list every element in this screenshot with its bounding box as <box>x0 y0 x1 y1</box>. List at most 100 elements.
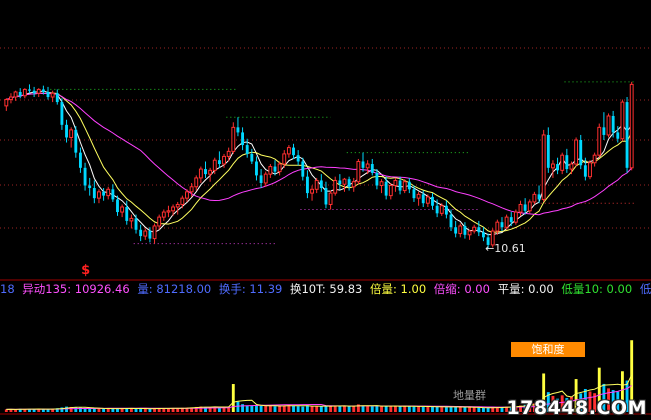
candle-body-42 <box>198 168 203 179</box>
candle-body-62 <box>292 147 295 156</box>
candle-body-64 <box>301 161 305 177</box>
candle-0 <box>4 98 9 111</box>
volume-bar-85 <box>398 406 402 412</box>
candle-body-126 <box>588 162 592 178</box>
candle-body-86 <box>402 181 407 192</box>
candle-body-75 <box>351 181 356 188</box>
volume-bar-102 <box>477 407 481 412</box>
volume-bar-25 <box>120 408 124 412</box>
candle-11 <box>55 89 59 105</box>
candle-52 <box>245 138 249 158</box>
candle-body-54 <box>255 161 258 176</box>
volume-bar-53 <box>250 405 254 412</box>
candle-body-123 <box>574 139 579 165</box>
candle-79 <box>370 158 374 176</box>
candle-body-63 <box>296 155 300 162</box>
candle-body-52 <box>245 145 249 154</box>
candle-126 <box>588 160 592 180</box>
candle-body-3 <box>18 91 22 96</box>
candle-body-125 <box>583 165 587 177</box>
candle-84 <box>393 177 398 192</box>
candle-77 <box>361 152 365 172</box>
indicator-yidong-135: 异动135: 10926.46 <box>22 282 130 296</box>
candle-71 <box>333 176 338 196</box>
candle-body-13 <box>65 124 68 138</box>
candle-body-93 <box>435 205 439 214</box>
candle-69 <box>324 181 328 209</box>
volume-bar-100 <box>468 407 471 412</box>
candle-body-108 <box>504 216 509 228</box>
candle-body-98 <box>458 225 463 235</box>
volume-bar-74 <box>347 406 351 412</box>
candle-body-10 <box>50 92 55 98</box>
candle-body-83 <box>388 185 393 197</box>
volume-bar-99 <box>463 407 467 412</box>
indicator-turnover-value: 换手: 11.39 <box>218 282 283 296</box>
candle-89 <box>416 191 421 206</box>
candle-body-110 <box>513 211 518 223</box>
candle-body-116 <box>541 134 546 200</box>
volume-bar-58 <box>273 406 277 412</box>
candle-body-85 <box>398 180 402 191</box>
candle-56 <box>263 171 268 187</box>
candle-body-89 <box>416 193 421 199</box>
candle-body-112 <box>523 204 527 211</box>
candle-body-38 <box>180 197 185 205</box>
candle-67 <box>314 177 319 194</box>
candle-53 <box>250 148 254 165</box>
candle-body-124 <box>579 140 583 166</box>
candle-19 <box>92 180 96 204</box>
candle-body-53 <box>250 153 254 162</box>
indicator-volume-value: 量: 81218.00 <box>137 282 212 296</box>
candle-107 <box>500 217 504 232</box>
candle-body-57 <box>268 166 273 175</box>
candle-body-67 <box>314 179 319 190</box>
candle-body-135 <box>629 83 634 169</box>
candle-body-119 <box>556 164 560 171</box>
candle-114 <box>532 191 537 205</box>
candle-body-6 <box>32 90 36 94</box>
candle-body-97 <box>454 227 458 234</box>
candle-body-9 <box>46 91 50 98</box>
candle-body-47 <box>222 155 226 165</box>
volume-bar-104 <box>486 407 490 412</box>
candle-97 <box>454 220 458 238</box>
candle-5 <box>28 84 31 94</box>
candle-70 <box>328 190 333 210</box>
candle-body-101 <box>472 226 477 232</box>
candle-body-107 <box>500 222 504 228</box>
volume-bar-54 <box>255 405 258 412</box>
candle-body-14 <box>69 129 74 138</box>
candle-131 <box>611 110 615 138</box>
volume-bar-101 <box>472 407 476 412</box>
candle-body-100 <box>467 230 472 236</box>
volume-bar-35 <box>167 408 170 412</box>
candle-body-95 <box>444 205 448 215</box>
candle-body-72 <box>338 180 342 185</box>
candle-16 <box>78 147 82 173</box>
candle-body-21 <box>102 191 106 196</box>
candle-13 <box>65 119 68 143</box>
candle-body-55 <box>259 175 263 183</box>
indicator-low-volume-10: 低量10: 0.00 <box>561 282 633 296</box>
ma-10-line <box>6 92 633 234</box>
volume-bar-86 <box>403 406 407 412</box>
candle-body-49 <box>231 126 236 152</box>
volume-bar-89 <box>417 406 421 412</box>
candle-135 <box>629 81 634 171</box>
candle-body-106 <box>495 221 500 232</box>
volume-bar-97 <box>454 406 458 412</box>
candlestick-series <box>4 81 634 249</box>
candle-body-44 <box>208 169 213 175</box>
volume-bar-56 <box>264 406 268 412</box>
candle-42 <box>198 166 203 183</box>
candle-body-61 <box>286 147 291 155</box>
candle-body-0 <box>4 99 9 107</box>
candle-body-19 <box>92 188 96 199</box>
ma-5-line <box>6 90 633 236</box>
candle-body-92 <box>431 196 434 206</box>
candle-113 <box>527 199 532 214</box>
candle-body-90 <box>421 194 425 204</box>
candle-body-99 <box>463 225 467 235</box>
candle-35 <box>166 205 171 218</box>
